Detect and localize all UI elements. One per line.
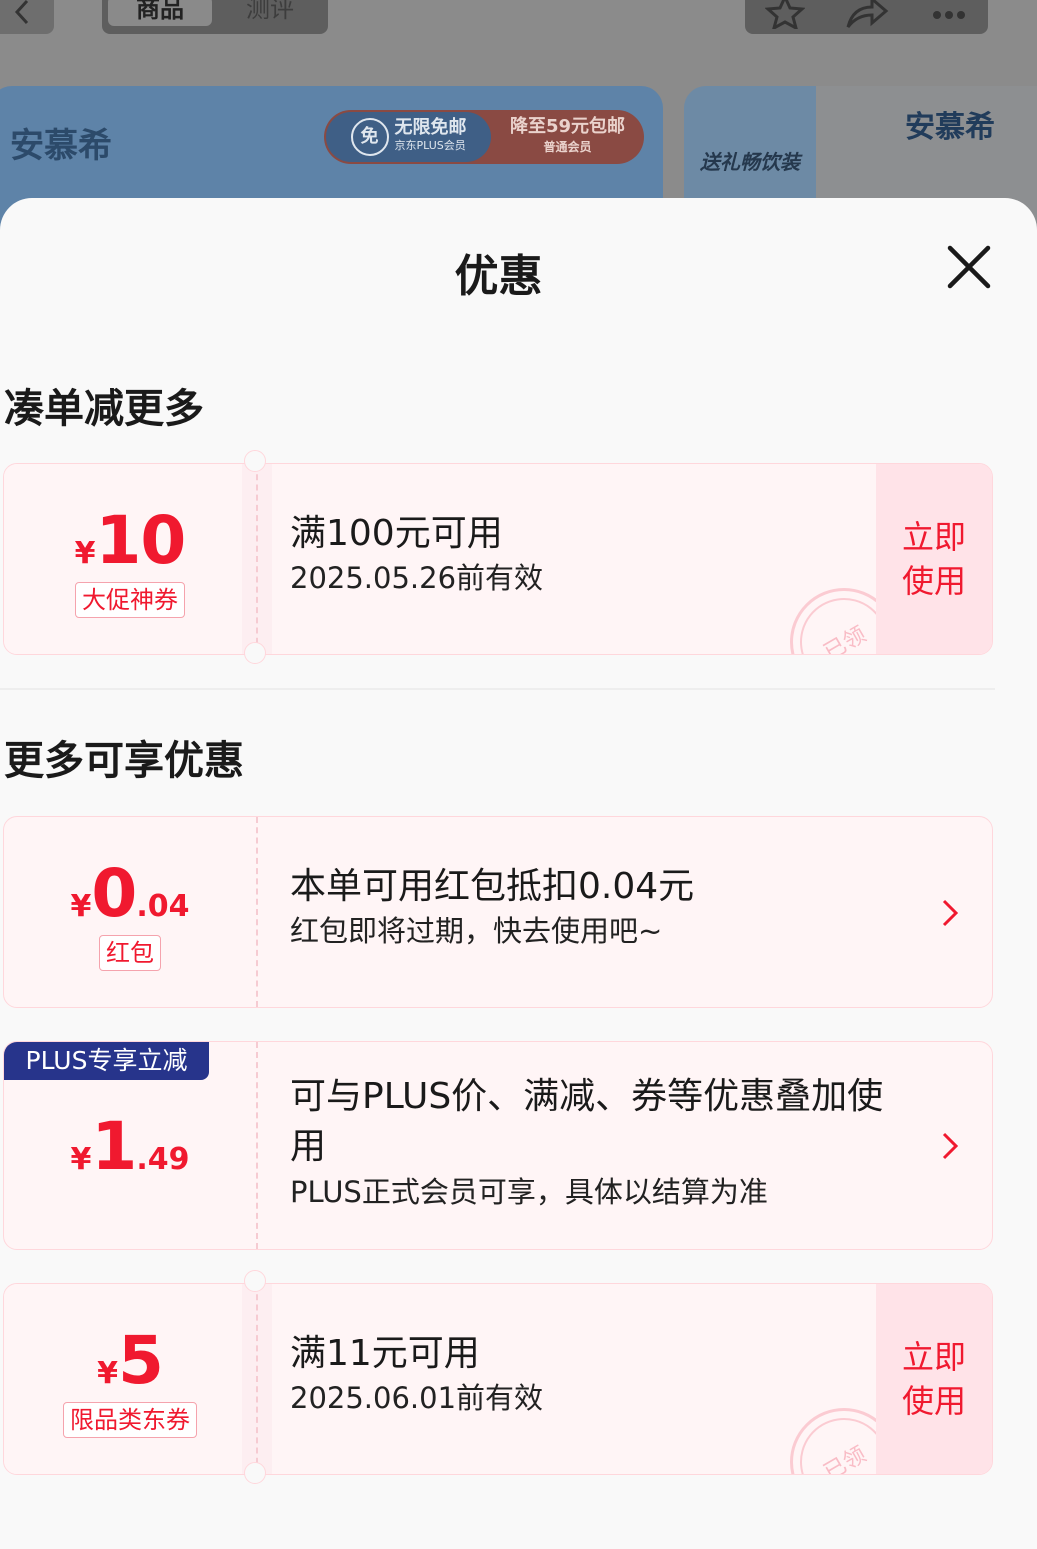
coupon-info: 满11元可用 2025.06.01前有效	[290, 1330, 543, 1418]
coupon-expiry: 2025.05.26前有效	[290, 561, 544, 595]
back-arrow-icon	[14, 0, 29, 25]
plus-free-shipping: 免 无限免邮 京东PLUS会员	[326, 112, 491, 162]
discount-sheet: 优惠 凑单减更多 ¥10 大促神券 满100元可用 2025.05.26前有效 …	[0, 198, 1037, 1549]
product-tabs: 商品 测评	[102, 0, 328, 34]
section-divider	[0, 688, 995, 690]
red-packet-hint: 红包即将过期，快去使用吧~	[290, 914, 663, 948]
section-title-more: 更多可享优惠	[4, 738, 244, 784]
regular-shipping-label: 降至59元包邮	[509, 116, 626, 137]
coupon-amount: ¥10	[74, 502, 187, 579]
close-icon	[947, 245, 991, 289]
red-packet-amount: ¥0.04	[70, 855, 190, 932]
shipping-badge: 免 无限免邮 京东PLUS会员 降至59元包邮 普通会员	[324, 110, 644, 164]
coupon-amount: ¥5	[97, 1322, 164, 1399]
close-button[interactable]	[940, 238, 998, 296]
tab-review[interactable]: 测评	[218, 0, 322, 26]
more-icon[interactable]	[929, 0, 969, 29]
coupon-info: 满100元可用 2025.05.26前有效	[290, 510, 543, 598]
coupon-expiry: 2025.06.01前有效	[290, 1381, 544, 1415]
section-title-combine: 凑单减更多	[4, 386, 204, 432]
coupon-tag: 限品类东券	[4, 1402, 256, 1438]
chevron-right-icon[interactable]	[938, 893, 962, 933]
regular-member-label: 普通会员	[543, 140, 592, 154]
plus-discount-hint: PLUS正式会员可享，具体以结算为准	[290, 1175, 768, 1209]
sheet-title: 优惠	[454, 251, 543, 302]
share-icon[interactable]	[844, 0, 890, 29]
plus-discount-amount: ¥1.49	[70, 1108, 190, 1185]
banner-2-slogan: 送礼畅饮装	[700, 150, 800, 174]
regular-shipping: 降至59元包邮 普通会员	[491, 117, 644, 157]
plus-discount-info: 可与PLUS价、满减、券等优惠叠加使用 PLUS正式会员可享，具体以结算为准	[290, 1072, 902, 1212]
red-packet-info: 本单可用红包抵扣0.04元 红包即将过期，快去使用吧~	[290, 863, 694, 951]
plus-discount-card[interactable]: PLUS专享立减 ¥1.49 可与PLUS价、满减、券等优惠叠加使用 PLUS正…	[3, 1041, 993, 1250]
top-actions	[745, 0, 988, 34]
plus-member-label: 京东PLUS会员	[394, 139, 466, 152]
banner-brand: 安慕希	[10, 126, 112, 166]
plus-exclusive-badge: PLUS专享立减	[4, 1042, 209, 1080]
banner-2-brand: 安慕希	[905, 110, 995, 145]
tab-product[interactable]: 商品	[108, 0, 212, 26]
coupon-condition: 满100元可用	[290, 513, 503, 554]
red-packet-card[interactable]: ¥0.04 红包 本单可用红包抵扣0.04元 红包即将过期，快去使用吧~	[3, 816, 993, 1008]
red-packet-desc: 本单可用红包抵扣0.04元	[290, 866, 695, 907]
coupon-condition: 满11元可用	[290, 1333, 480, 1374]
back-button[interactable]	[0, 0, 54, 34]
plus-discount-desc: 可与PLUS价、满减、券等优惠叠加使用	[290, 1076, 884, 1167]
coupon-tag: 大促神券	[4, 582, 256, 618]
red-packet-tag: 红包	[4, 935, 256, 971]
favorite-star-icon[interactable]	[764, 0, 805, 29]
coupon-card[interactable]: ¥10 大促神券 满100元可用 2025.05.26前有效 已领 立即 使用	[3, 463, 993, 655]
coupon-card[interactable]: ¥5 限品类东券 满11元可用 2025.06.01前有效 已领 立即 使用	[3, 1283, 993, 1475]
free-shipping-label: 无限免邮	[394, 117, 467, 138]
use-now-button[interactable]: 立即 使用	[876, 464, 992, 654]
free-shipping-icon: 免	[350, 118, 389, 156]
chevron-right-icon[interactable]	[938, 1126, 962, 1166]
use-now-button[interactable]: 立即 使用	[876, 1284, 992, 1474]
